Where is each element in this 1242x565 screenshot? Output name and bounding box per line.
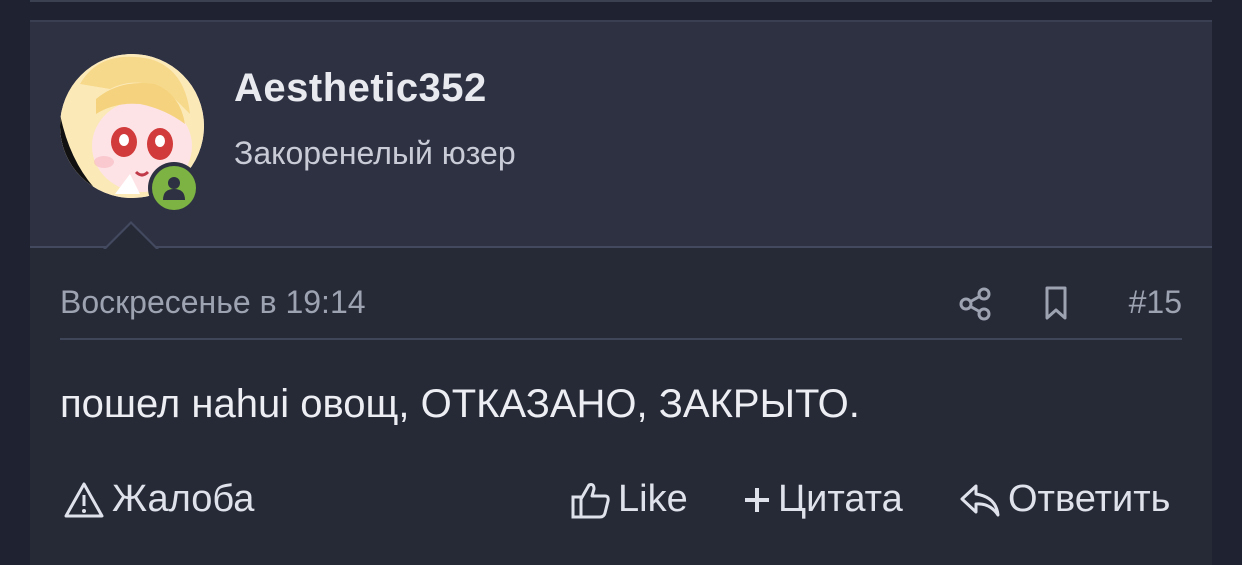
like-label: Like [618,478,688,520]
warning-icon [64,482,104,517]
post-card: Aesthetic352 Закоренелый юзер Воскресень… [30,20,1212,565]
user-icon [163,177,185,200]
quote-button[interactable]: Цитата [742,478,903,521]
top-divider [30,0,1212,2]
reply-label: Ответить [1008,478,1171,520]
report-button[interactable]: Жалоба [62,478,254,521]
post-number-link[interactable]: #15 [1129,284,1182,321]
meta-divider [60,338,1182,340]
author-title: Закоренелый юзер [234,135,516,171]
share-button[interactable] [956,284,996,324]
report-label: Жалоба [112,478,255,520]
post-actions: Жалоба Like Цитата Ответить [60,478,1182,532]
reply-icon [960,484,1000,516]
bookmark-button[interactable] [1038,284,1078,324]
reply-button[interactable]: Ответить [958,478,1170,521]
plus-icon [745,487,769,512]
online-status-badge [148,162,200,214]
share-icon [959,287,991,321]
like-button[interactable]: Like [570,478,688,521]
post-author-header: Aesthetic352 Закоренелый юзер [30,20,1212,248]
post-timestamp[interactable]: Воскресенье в 19:14 [60,284,366,321]
quote-label: Цитата [778,478,903,520]
author-username[interactable]: Aesthetic352 [234,66,487,111]
post-message: пошел наhui овощ, ОТКАЗАНО, ЗАКРЫТО. [60,382,860,426]
post-meta: Воскресенье в 19:14 #15 [60,284,1182,334]
thumbs-up-icon [571,482,610,518]
bookmark-icon [1045,286,1067,320]
